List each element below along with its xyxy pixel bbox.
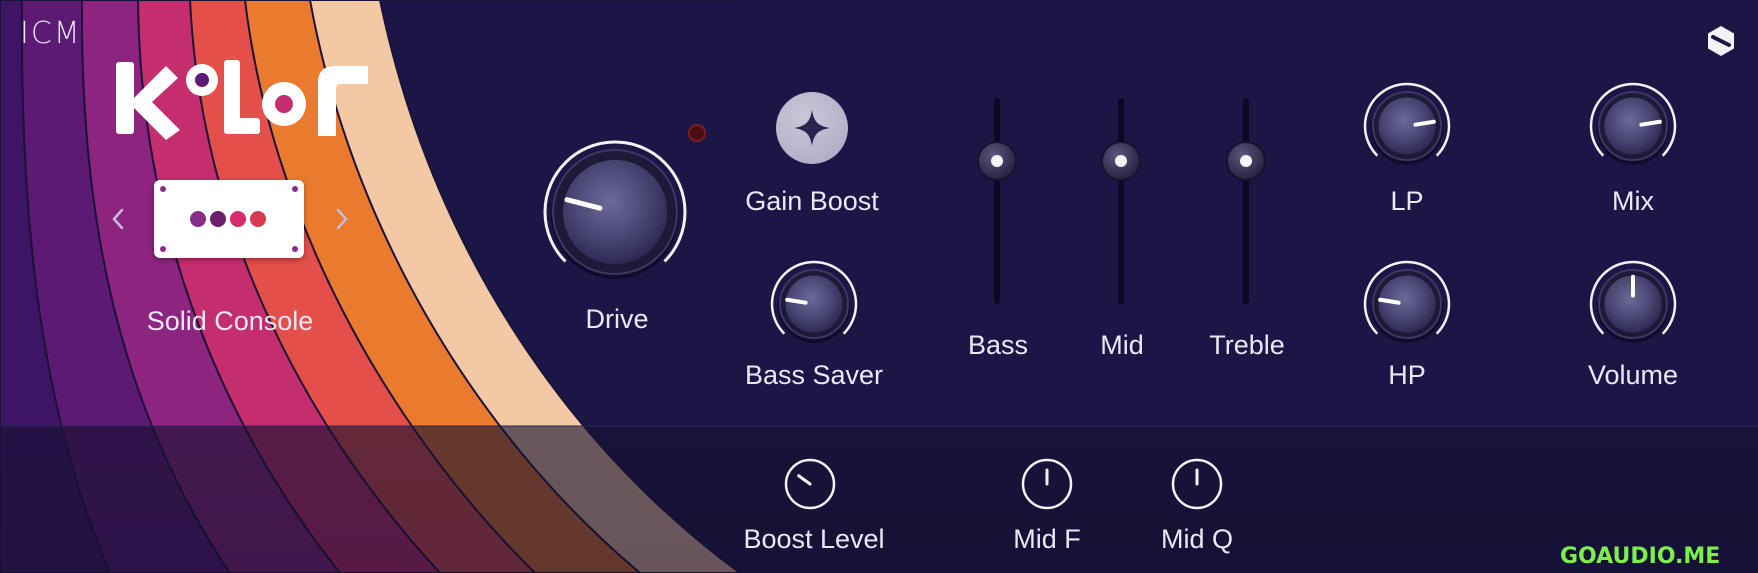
volume-label: Volume [1587, 360, 1679, 390]
slider-thumb-dot [1115, 155, 1127, 167]
boost-level-label: Boost Level [743, 524, 885, 554]
bass-slider-thumb[interactable] [976, 98, 1018, 304]
bass-saver-knob[interactable] [764, 254, 864, 354]
chevron-left-icon [112, 208, 124, 230]
volume-knob[interactable] [1583, 254, 1683, 354]
mid-slider-thumb[interactable] [1100, 98, 1142, 304]
mid-f-label: Mid F [1013, 524, 1081, 554]
mix-knob[interactable] [1583, 76, 1683, 176]
knob-cap [1378, 275, 1436, 333]
knob-cap [1604, 97, 1662, 155]
preset-next-button[interactable] [330, 204, 354, 242]
preset-name: Solid Console [146, 306, 314, 336]
boost-level-knob[interactable] [782, 456, 838, 512]
chevron-right-icon [336, 208, 348, 230]
knob-cap [562, 159, 668, 265]
bass-label: Bass [967, 330, 1029, 360]
preset-dot [190, 211, 206, 227]
lp-label: LP [1390, 186, 1424, 216]
lp-knob[interactable] [1357, 76, 1457, 176]
kolor-logo [116, 60, 368, 140]
slider-thumb-dot [1240, 155, 1252, 167]
sparkle-icon [794, 110, 830, 146]
hp-knob[interactable] [1357, 254, 1457, 354]
slider-thumb-dot [991, 155, 1003, 167]
mid-q-label: Mid Q [1160, 524, 1234, 554]
preset-display[interactable] [154, 180, 304, 258]
preset-prev-button[interactable] [106, 204, 130, 242]
knob-cap [1378, 97, 1436, 155]
mix-label: Mix [1612, 186, 1654, 216]
mid-q-knob[interactable] [1169, 456, 1225, 512]
drive-knob[interactable] [527, 124, 703, 300]
treble-slider-thumb[interactable] [1225, 98, 1267, 304]
treble-label: Treble [1209, 330, 1285, 360]
preset-dot [230, 211, 246, 227]
gain-boost-label: Gain Boost [745, 186, 879, 216]
plugin-window: ICM Solid Console Drive Gain Boost Bass … [0, 0, 1758, 573]
mid-label: Mid [1100, 330, 1144, 360]
mini-knob-pointer [797, 474, 812, 486]
knob-cap [785, 275, 843, 333]
preset-card-art [160, 186, 298, 252]
drive-label: Drive [585, 304, 649, 334]
gain-boost-button[interactable] [776, 92, 848, 164]
bass-saver-label: Bass Saver [744, 360, 884, 390]
watermark: GOAUDIO.ME [1560, 544, 1721, 569]
settings-icon[interactable] [1704, 24, 1738, 58]
preset-dot [250, 211, 266, 227]
mid-f-knob[interactable] [1019, 456, 1075, 512]
brand-logo-icm: ICM [20, 16, 82, 51]
hp-label: HP [1388, 360, 1426, 390]
preset-dot [210, 211, 226, 227]
